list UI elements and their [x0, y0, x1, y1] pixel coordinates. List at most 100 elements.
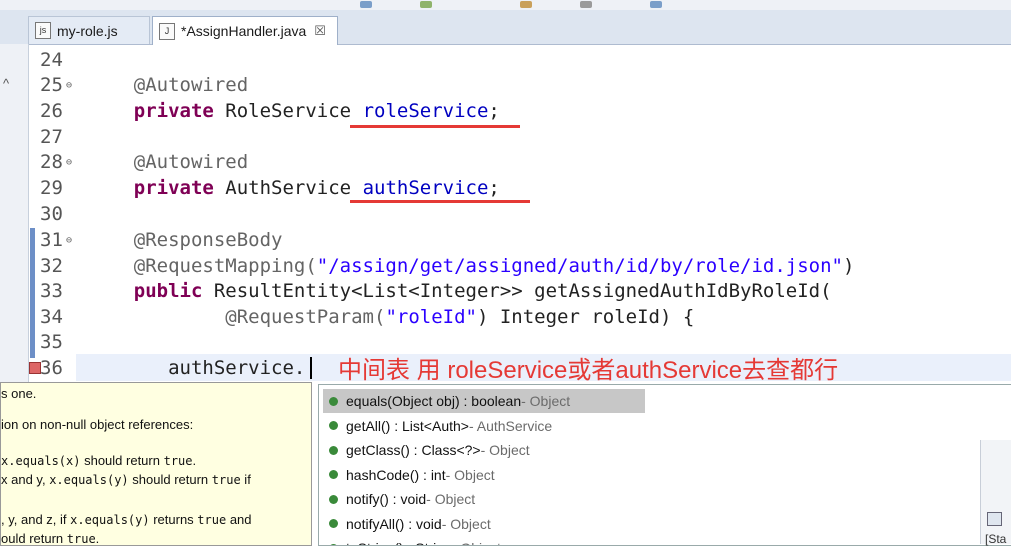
code-token: ; [488, 100, 499, 122]
code-line[interactable]: 32 @RequestMapping("/assign/get/assigned… [40, 253, 854, 279]
completion-item[interactable]: equals(Object obj) : boolean - Object [323, 389, 645, 413]
method-owner: - Object [442, 516, 491, 532]
code-line[interactable]: 35 [40, 329, 88, 355]
method-owner: - Object [446, 467, 495, 483]
toolbar-icon[interactable] [650, 1, 662, 8]
completion-item[interactable]: getClass() : Class<?> - Object [323, 438, 645, 462]
code-line[interactable]: 26 private RoleService roleService; [40, 98, 500, 124]
fold-toggle-icon[interactable]: ⊖ [66, 80, 72, 91]
line-number: 36 [40, 355, 88, 381]
fold-toggle-icon[interactable]: ⊖ [66, 235, 72, 246]
public-method-icon [329, 470, 338, 479]
type-token: AuthService [214, 177, 363, 199]
public-method-icon [329, 446, 338, 455]
keyword-token: private [134, 100, 214, 122]
annotation-note: 中间表 用 roleService或者authService去查都行 [338, 350, 838, 385]
annotation-token: @RequestMapping( [134, 255, 317, 277]
code-line[interactable]: 24 [40, 47, 88, 73]
toolbar-icon[interactable] [520, 1, 532, 8]
right-side-panel [980, 440, 1011, 544]
red-underline [350, 200, 530, 203]
completion-item[interactable]: notify() : void - Object [323, 487, 645, 511]
method-signature: getAll() : List<Auth> [346, 418, 469, 434]
code-line[interactable]: 30 [40, 201, 88, 227]
doc-line: x and y, x.equals(y) should return true … [1, 472, 251, 487]
java-file-icon: J [159, 23, 175, 40]
code-token: authService. [168, 357, 305, 379]
method-signature: equals(Object obj) : boolean [346, 393, 521, 409]
code-line[interactable]: 33 public ResultEntity<List<Integer>> ge… [40, 278, 832, 304]
completion-item[interactable]: toString() : String - Object [323, 536, 645, 546]
doc-line: x.equals(x) should return true. [1, 453, 196, 468]
method-owner: - Object [426, 491, 475, 507]
string-token: "roleId" [385, 306, 477, 328]
code-line[interactable]: 29 private AuthService authService; [40, 175, 500, 201]
field-token: authService [363, 177, 489, 199]
annotation-token: @Autowired [134, 74, 248, 96]
completion-item[interactable]: hashCode() : int - Object [323, 463, 645, 487]
line-number: 24 [40, 47, 88, 73]
method-signature: notify() : void [346, 491, 426, 507]
string-token: "/assign/get/assigned/auth/id/by/role/id… [317, 255, 843, 277]
code-token: ) [843, 255, 854, 277]
method-signature: hashCode() : int [346, 467, 446, 483]
red-underline [350, 125, 520, 128]
line-number: 32 [40, 253, 88, 279]
completion-popup: equals(Object obj) : boolean - Objectget… [318, 384, 1011, 546]
method-signature: toString() : String [346, 540, 452, 546]
method-owner: - Object [521, 393, 570, 409]
public-method-icon [329, 519, 338, 528]
outline-icon[interactable] [987, 512, 1002, 526]
tab-assign-handler[interactable]: J *AssignHandler.java ☒ [152, 16, 338, 45]
line-number: 31 [40, 227, 88, 253]
line-number: 27 [40, 124, 88, 150]
method-signature: notifyAll() : void [346, 516, 442, 532]
type-token: RoleService [214, 100, 363, 122]
keyword-token: public [134, 280, 203, 302]
line-number: 34 [40, 304, 88, 330]
close-icon[interactable]: ☒ [314, 23, 326, 39]
toolbar-icon[interactable] [580, 1, 592, 8]
tab-label: my-role.js [57, 23, 118, 39]
line-number: 29 [40, 175, 88, 201]
change-marker [30, 228, 35, 358]
completion-item[interactable]: getAll() : List<Auth> - AuthService [323, 414, 645, 438]
js-file-icon: js [35, 22, 51, 39]
method-owner: - AuthService [469, 418, 552, 434]
line-number: 28 [40, 149, 88, 175]
code-line[interactable]: 34 @RequestParam("roleId") Integer roleI… [40, 304, 694, 330]
code-token: ; [488, 177, 499, 199]
toolbar-icon[interactable] [420, 1, 432, 8]
fold-toggle-icon[interactable]: ⊖ [66, 157, 72, 168]
editor-tab-bar: js my-role.js J *AssignHandler.java ☒ [0, 10, 1011, 45]
annotation-token: @ResponseBody [134, 229, 283, 251]
left-panel: ^ [0, 44, 29, 384]
annotation-token: @Autowired [134, 151, 248, 173]
method-signature: getClass() : Class<?> [346, 442, 481, 458]
completion-item[interactable]: notifyAll() : void - Object [323, 512, 645, 536]
annotation-token: @RequestParam( [225, 306, 385, 328]
tab-label: *AssignHandler.java [181, 23, 306, 39]
text-cursor [310, 357, 312, 379]
line-number: 30 [40, 201, 88, 227]
line-number: 33 [40, 278, 88, 304]
error-marker-icon[interactable] [29, 362, 41, 374]
code-line[interactable]: 36 authService. [40, 355, 305, 381]
code-line[interactable]: 31 @ResponseBody [40, 227, 282, 253]
javadoc-popup: s one. ion on non-null object references… [0, 382, 312, 546]
code-token: ResultEntity<List<Integer>> getAssignedA… [202, 280, 831, 302]
doc-line: s one. [1, 386, 36, 401]
toolbar-icon[interactable] [360, 1, 372, 8]
public-method-icon [329, 397, 338, 406]
tab-my-role-js[interactable]: js my-role.js [28, 16, 150, 44]
collapse-icon[interactable]: ^ [3, 76, 9, 91]
method-owner: - Object [481, 442, 530, 458]
line-number: 35 [40, 329, 88, 355]
line-number: 25 [40, 72, 88, 98]
keyword-token: private [134, 177, 214, 199]
method-owner: - Object [452, 540, 501, 546]
line-number: 26 [40, 98, 88, 124]
public-method-icon [329, 495, 338, 504]
code-line[interactable]: 27 [40, 124, 88, 150]
field-token: roleService [363, 100, 489, 122]
